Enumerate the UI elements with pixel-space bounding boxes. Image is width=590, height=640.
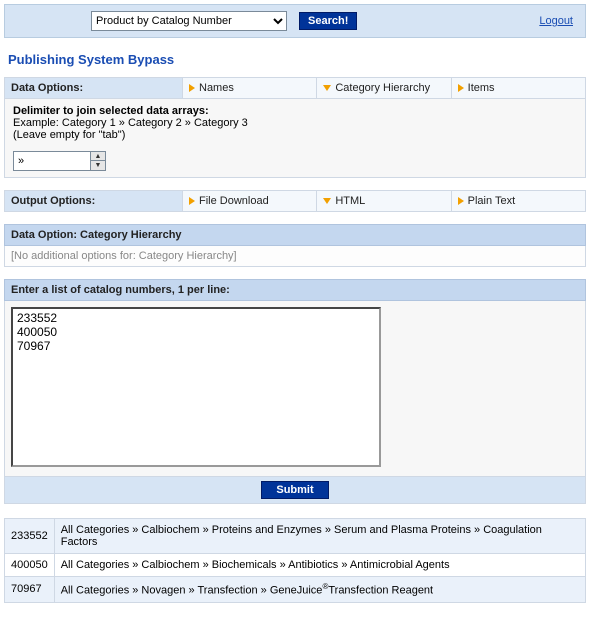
submit-button[interactable]: Submit	[261, 481, 328, 499]
result-catalog-number: 400050	[5, 554, 55, 577]
chevron-right-icon	[458, 197, 464, 205]
output-option-file-download[interactable]: File Download	[183, 191, 317, 211]
table-row: 70967All Categories » Novagen » Transfec…	[5, 577, 586, 603]
output-options-label: Output Options:	[5, 191, 183, 211]
delimiter-example: Example: Category 1 » Category 2 » Categ…	[13, 117, 577, 129]
result-catalog-number: 70967	[5, 577, 55, 603]
chevron-right-icon	[189, 197, 195, 205]
option-label: Items	[468, 82, 495, 94]
data-option-detail-body: [No additional options for: Category Hie…	[4, 246, 586, 267]
result-path: All Categories » Novagen » Transfection …	[54, 577, 585, 603]
delimiter-title: Delimiter to join selected data arrays:	[13, 105, 577, 117]
data-option-detail-header: Data Option: Category Hierarchy	[4, 224, 586, 246]
option-label: File Download	[199, 195, 269, 207]
search-button[interactable]: Search!	[299, 12, 357, 30]
data-options-row: Data Options: Names Category Hierarchy I…	[4, 77, 586, 99]
stepper-up-icon[interactable]: ▲	[91, 152, 105, 161]
delimiter-panel: Delimiter to join selected data arrays: …	[4, 99, 586, 178]
results-table: 233552All Categories » Calbiochem » Prot…	[4, 518, 586, 603]
table-row: 400050All Categories » Calbiochem » Bioc…	[5, 554, 586, 577]
data-options-label: Data Options:	[5, 78, 183, 98]
delimiter-stepper[interactable]: ▲ ▼	[91, 151, 106, 171]
option-label: HTML	[335, 195, 365, 207]
chevron-right-icon	[189, 84, 195, 92]
table-row: 233552All Categories » Calbiochem » Prot…	[5, 519, 586, 554]
result-path: All Categories » Calbiochem » Biochemica…	[54, 554, 585, 577]
data-option-names[interactable]: Names	[183, 78, 317, 98]
output-option-plain-text[interactable]: Plain Text	[452, 191, 585, 211]
submit-row: Submit	[4, 477, 586, 504]
top-bar: Product by Catalog Number Search! Logout	[4, 4, 586, 38]
chevron-down-icon	[323, 198, 331, 204]
delimiter-input[interactable]	[13, 151, 91, 171]
chevron-down-icon	[323, 85, 331, 91]
page-title: Publishing System Bypass	[8, 52, 582, 67]
logout-link[interactable]: Logout	[539, 15, 573, 27]
result-catalog-number: 233552	[5, 519, 55, 554]
delimiter-hint: (Leave empty for "tab")	[13, 129, 577, 141]
data-option-items[interactable]: Items	[452, 78, 585, 98]
search-scope-select[interactable]: Product by Catalog Number	[91, 11, 287, 31]
stepper-down-icon[interactable]: ▼	[91, 161, 105, 170]
option-label: Names	[199, 82, 234, 94]
output-options-row: Output Options: File Download HTML Plain…	[4, 190, 586, 212]
result-path: All Categories » Calbiochem » Proteins a…	[54, 519, 585, 554]
option-label: Plain Text	[468, 195, 516, 207]
option-label: Category Hierarchy	[335, 82, 430, 94]
catalog-input-body	[4, 301, 586, 477]
catalog-numbers-textarea[interactable]	[11, 307, 381, 467]
data-option-category-hierarchy[interactable]: Category Hierarchy	[317, 78, 451, 98]
catalog-input-header: Enter a list of catalog numbers, 1 per l…	[4, 279, 586, 301]
chevron-right-icon	[458, 84, 464, 92]
output-option-html[interactable]: HTML	[317, 191, 451, 211]
